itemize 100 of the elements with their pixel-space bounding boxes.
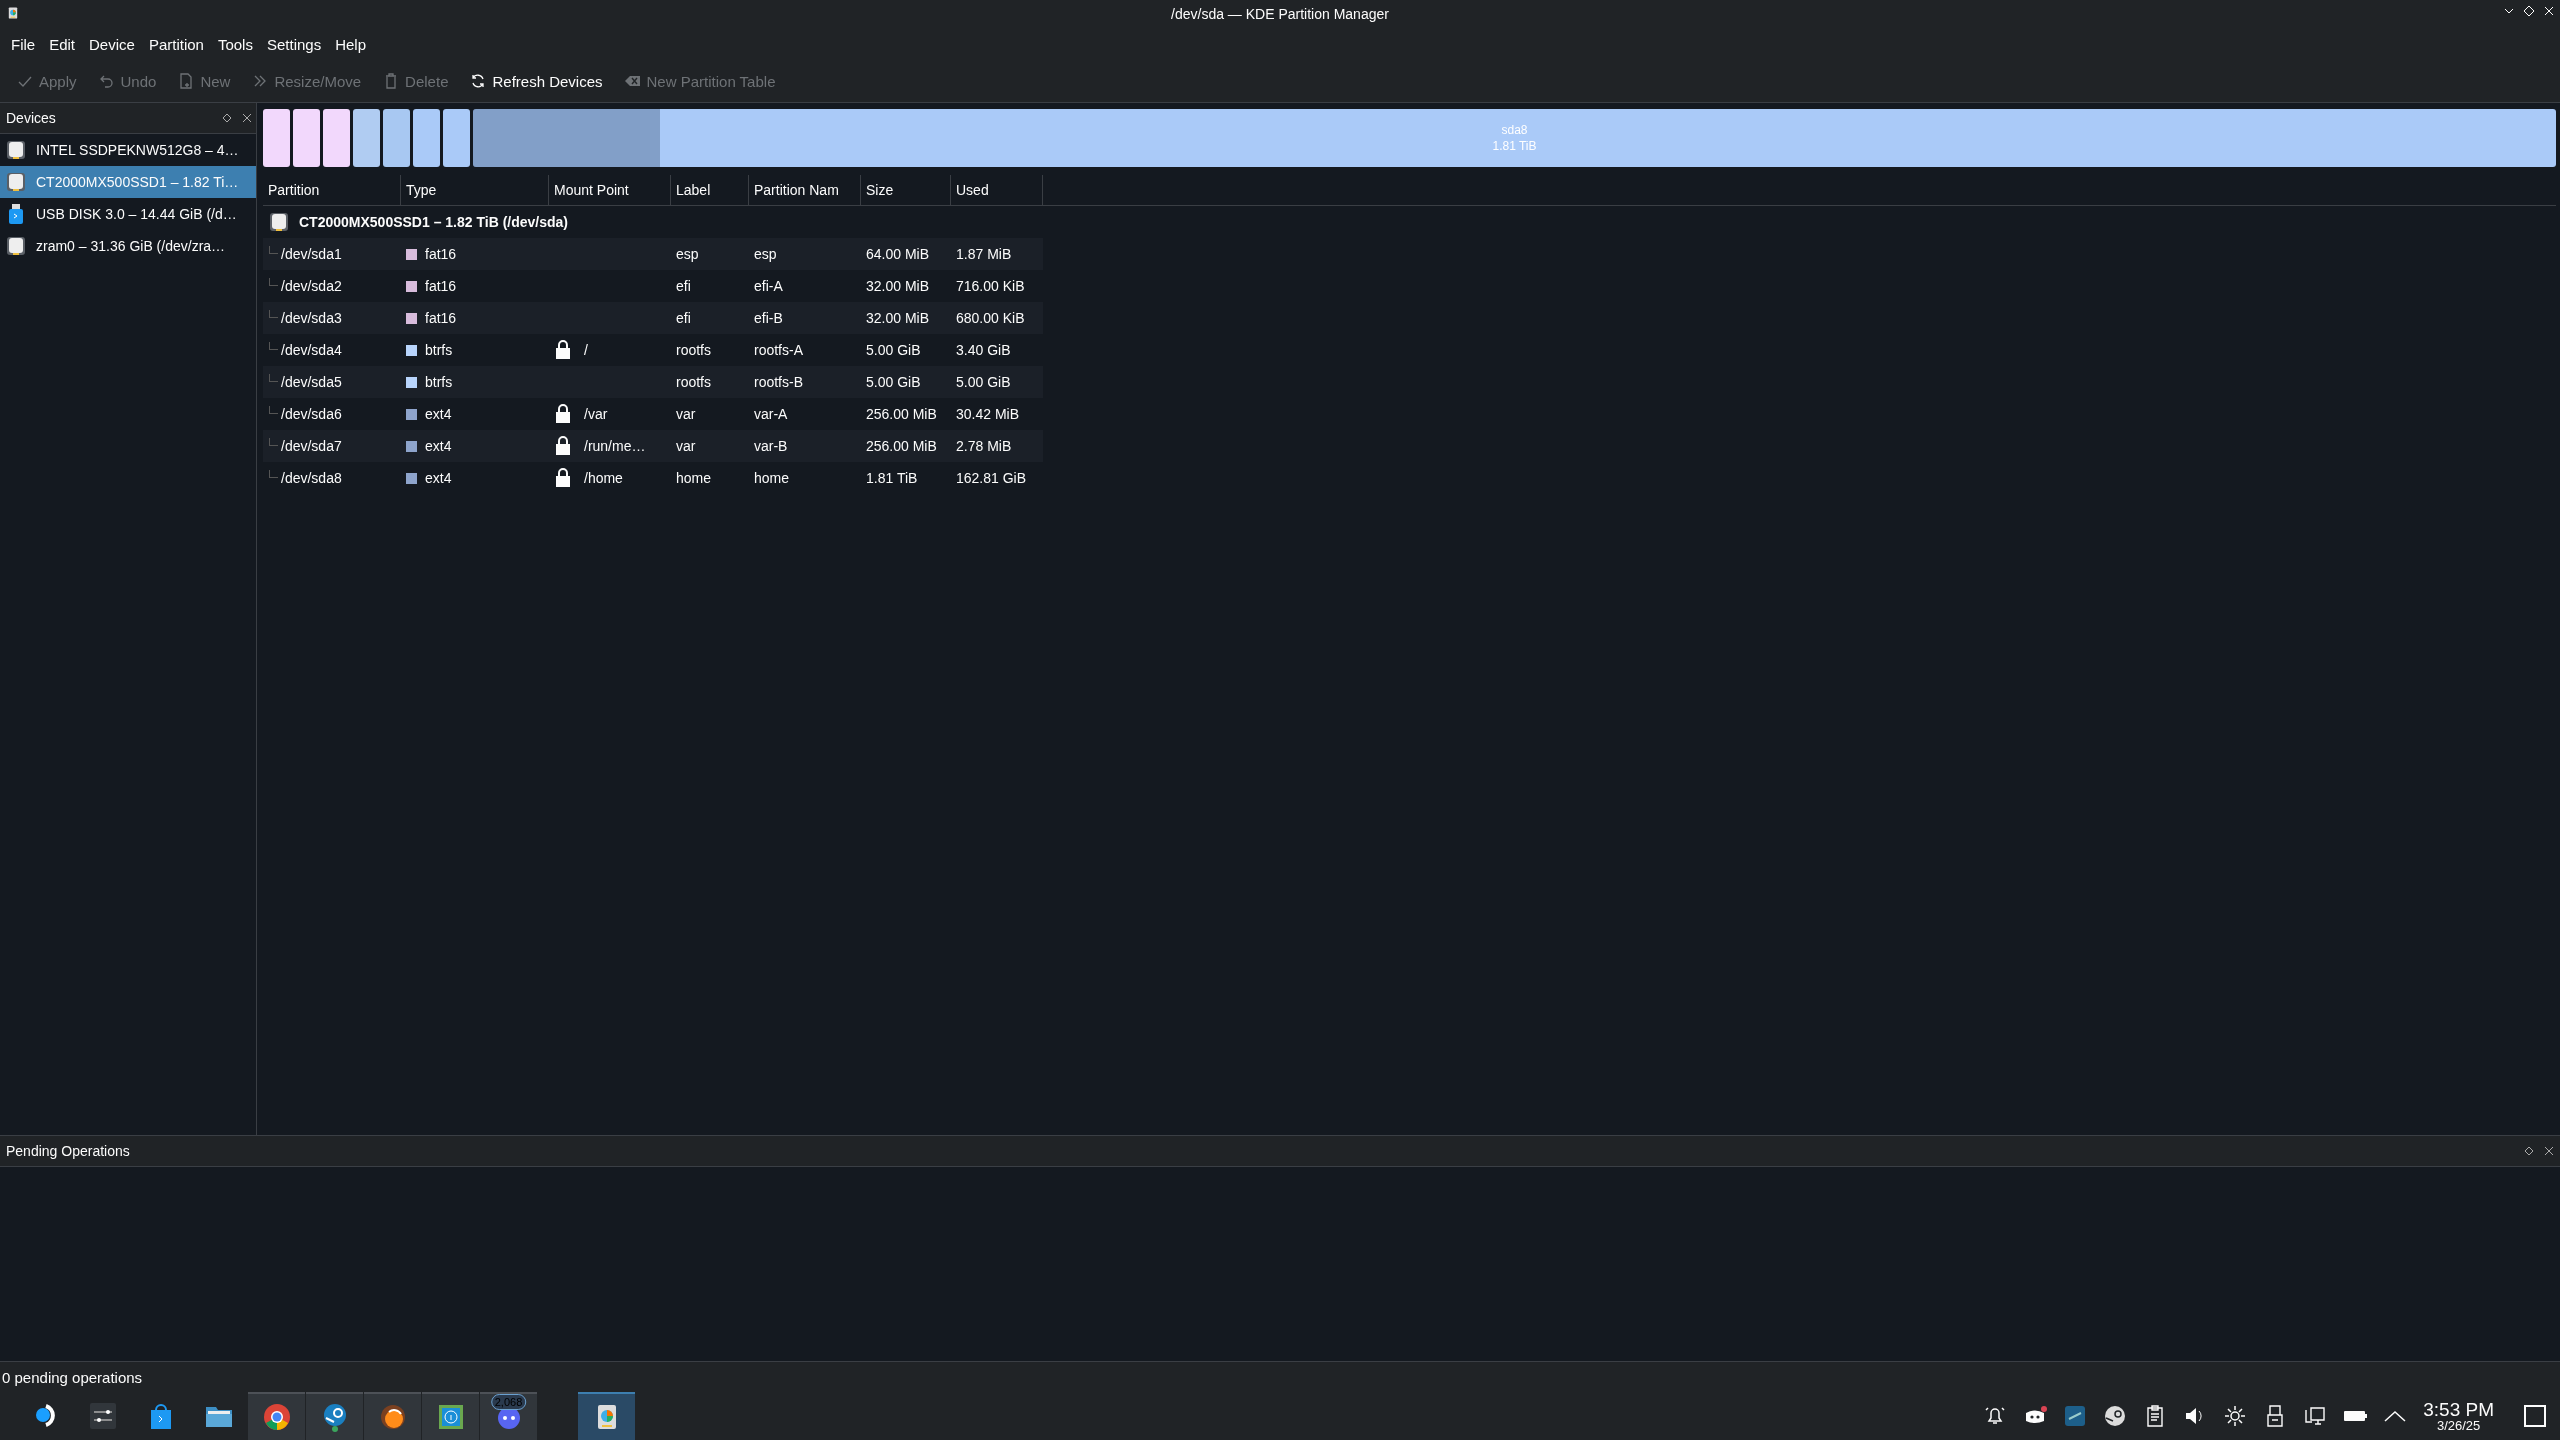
- table-cell: 162.81 GiB: [956, 470, 1027, 486]
- column-header[interactable]: Mount Point: [549, 175, 671, 205]
- device-row: CT2000MX500SSD1 – 1.82 TiB (/dev/sda): [299, 214, 568, 230]
- table-cell: var-A: [754, 406, 788, 422]
- table-cell: 2.78 MiB: [956, 438, 1012, 454]
- disk-list-entry[interactable]: zram0 – 31.36 GiB (/dev/zra…: [0, 230, 256, 262]
- table-cell: btrfs: [425, 342, 453, 358]
- table-cell: /dev/sda4: [281, 342, 342, 358]
- table-cell: btrfs: [425, 374, 453, 390]
- table-cell: efi: [676, 310, 691, 326]
- table-cell: ext4: [425, 438, 452, 454]
- taskbar-app[interactable]: [306, 1392, 363, 1440]
- column-header[interactable]: Type: [401, 175, 549, 205]
- table-cell: 30.42 MiB: [956, 406, 1020, 422]
- refresh-icon: [470, 73, 487, 89]
- window-title: /dev/sda — KDE Partition Manager: [1171, 6, 1389, 22]
- table-cell: /dev/sda1: [281, 246, 342, 262]
- column-header[interactable]: Partition: [263, 175, 401, 205]
- table-cell: 256.00 MiB: [866, 438, 937, 454]
- table-cell: /: [584, 342, 588, 358]
- column-header[interactable]: Size: [861, 175, 951, 205]
- table-cell: /home: [584, 470, 623, 486]
- table-cell: 32.00 MiB: [866, 310, 930, 326]
- browser-icon: [261, 1402, 292, 1432]
- table-cell: 716.00 KiB: [956, 278, 1025, 294]
- steam-icon[interactable]: [2103, 1404, 2128, 1428]
- table-cell: 3.40 GiB: [956, 342, 1011, 358]
- status-text: 0 pending operations: [2, 1368, 143, 1386]
- table-cell: efi-A: [754, 278, 783, 294]
- table-cell: esp: [676, 246, 699, 262]
- clock[interactable]: 3:53 PM 3/26/25: [2423, 1400, 2494, 1432]
- table-cell: /dev/sda7: [281, 438, 342, 454]
- table-cell: 680.00 KiB: [956, 310, 1025, 326]
- disk-list-entry[interactable]: USB DISK 3.0 – 14.44 GiB (/d…: [0, 198, 256, 230]
- panel-title: Devices: [6, 110, 56, 126]
- float-icon[interactable]: [2524, 1146, 2534, 1156]
- table-cell: rootfs-B: [754, 374, 803, 390]
- drive-icon: [269, 212, 289, 232]
- menu-item[interactable]: Device: [82, 31, 142, 57]
- float-icon[interactable]: [222, 113, 232, 123]
- table-cell: 5.00 GiB: [866, 374, 921, 390]
- taskbar-app[interactable]: [578, 1392, 635, 1440]
- table-cell: rootfs: [676, 342, 711, 358]
- network-icon[interactable]: [2303, 1404, 2328, 1428]
- table-cell: var-B: [754, 438, 788, 454]
- column-header[interactable]: Used: [951, 175, 1043, 205]
- table-cell: fat16: [425, 278, 457, 294]
- new-file-icon: [178, 73, 195, 89]
- disk-list-entry[interactable]: INTEL SSDPEKNW512G8 – 4…: [0, 134, 256, 166]
- table-cell: /run/me…: [584, 438, 646, 454]
- close-icon[interactable]: [242, 113, 252, 123]
- table-cell: 256.00 MiB: [866, 406, 937, 422]
- table-cell: home: [676, 470, 712, 486]
- table-cell: /var: [584, 406, 608, 422]
- table-cell: 1.87 MiB: [956, 246, 1012, 262]
- table-cell: /dev/sda5: [281, 374, 342, 390]
- table-cell: 64.00 MiB: [866, 246, 930, 262]
- toolbar-button[interactable]: Refresh Devices: [461, 66, 612, 96]
- menu-item[interactable]: Settings: [259, 31, 329, 57]
- table-cell: /dev/sda3: [281, 310, 342, 326]
- undo-icon: [98, 73, 115, 89]
- close-icon[interactable]: [2542, 4, 2556, 18]
- table-cell: efi: [676, 278, 691, 294]
- app-icon: [6, 6, 20, 20]
- table-cell: 32.00 MiB: [866, 278, 930, 294]
- panel-title: Pending Operations: [6, 1143, 130, 1159]
- sliders-icon: [87, 1401, 118, 1431]
- table-cell: var: [676, 438, 696, 454]
- app-logo-icon[interactable]: [2063, 1404, 2088, 1428]
- menu-item[interactable]: Partition: [141, 31, 211, 57]
- drive-icon: [6, 236, 26, 256]
- table-cell: 1.81 TiB: [866, 470, 918, 486]
- table-cell: esp: [754, 246, 777, 262]
- table-cell: /dev/sda6: [281, 406, 342, 422]
- menu-item[interactable]: Edit: [42, 31, 83, 57]
- show-desktop-button[interactable]: [2524, 1405, 2546, 1427]
- count-badge: 2,068: [490, 1394, 527, 1410]
- table-cell: /dev/sda8: [281, 470, 342, 486]
- table-cell: efi-B: [754, 310, 783, 326]
- table-cell: fat16: [425, 310, 457, 326]
- menu-item[interactable]: File: [4, 31, 43, 57]
- partition-name: sda8: [1501, 122, 1528, 138]
- column-header[interactable]: Label: [671, 175, 749, 205]
- column-header[interactable]: Partition Nam: [749, 175, 861, 205]
- table-cell: ext4: [425, 470, 452, 486]
- close-icon[interactable]: [2544, 1146, 2554, 1156]
- clear-icon: [624, 73, 641, 89]
- partition-size: 1.81 TiB: [1492, 138, 1537, 154]
- maximize-icon[interactable]: [2522, 4, 2536, 18]
- table-cell: var: [676, 406, 696, 422]
- table-cell: rootfs-A: [754, 342, 803, 358]
- taskbar-app[interactable]: [248, 1392, 305, 1440]
- table-cell: 5.00 GiB: [866, 342, 921, 358]
- drive-icon: [6, 140, 26, 160]
- table-cell: home: [754, 470, 790, 486]
- menu-item[interactable]: Tools: [210, 31, 260, 57]
- usb-stick-icon: [6, 204, 26, 224]
- brightness-icon[interactable]: [2223, 1404, 2248, 1428]
- disk-list-entry[interactable]: CT2000MX500SSD1 – 1.82 Ti…: [0, 166, 256, 198]
- menu-item[interactable]: Help: [328, 31, 373, 57]
